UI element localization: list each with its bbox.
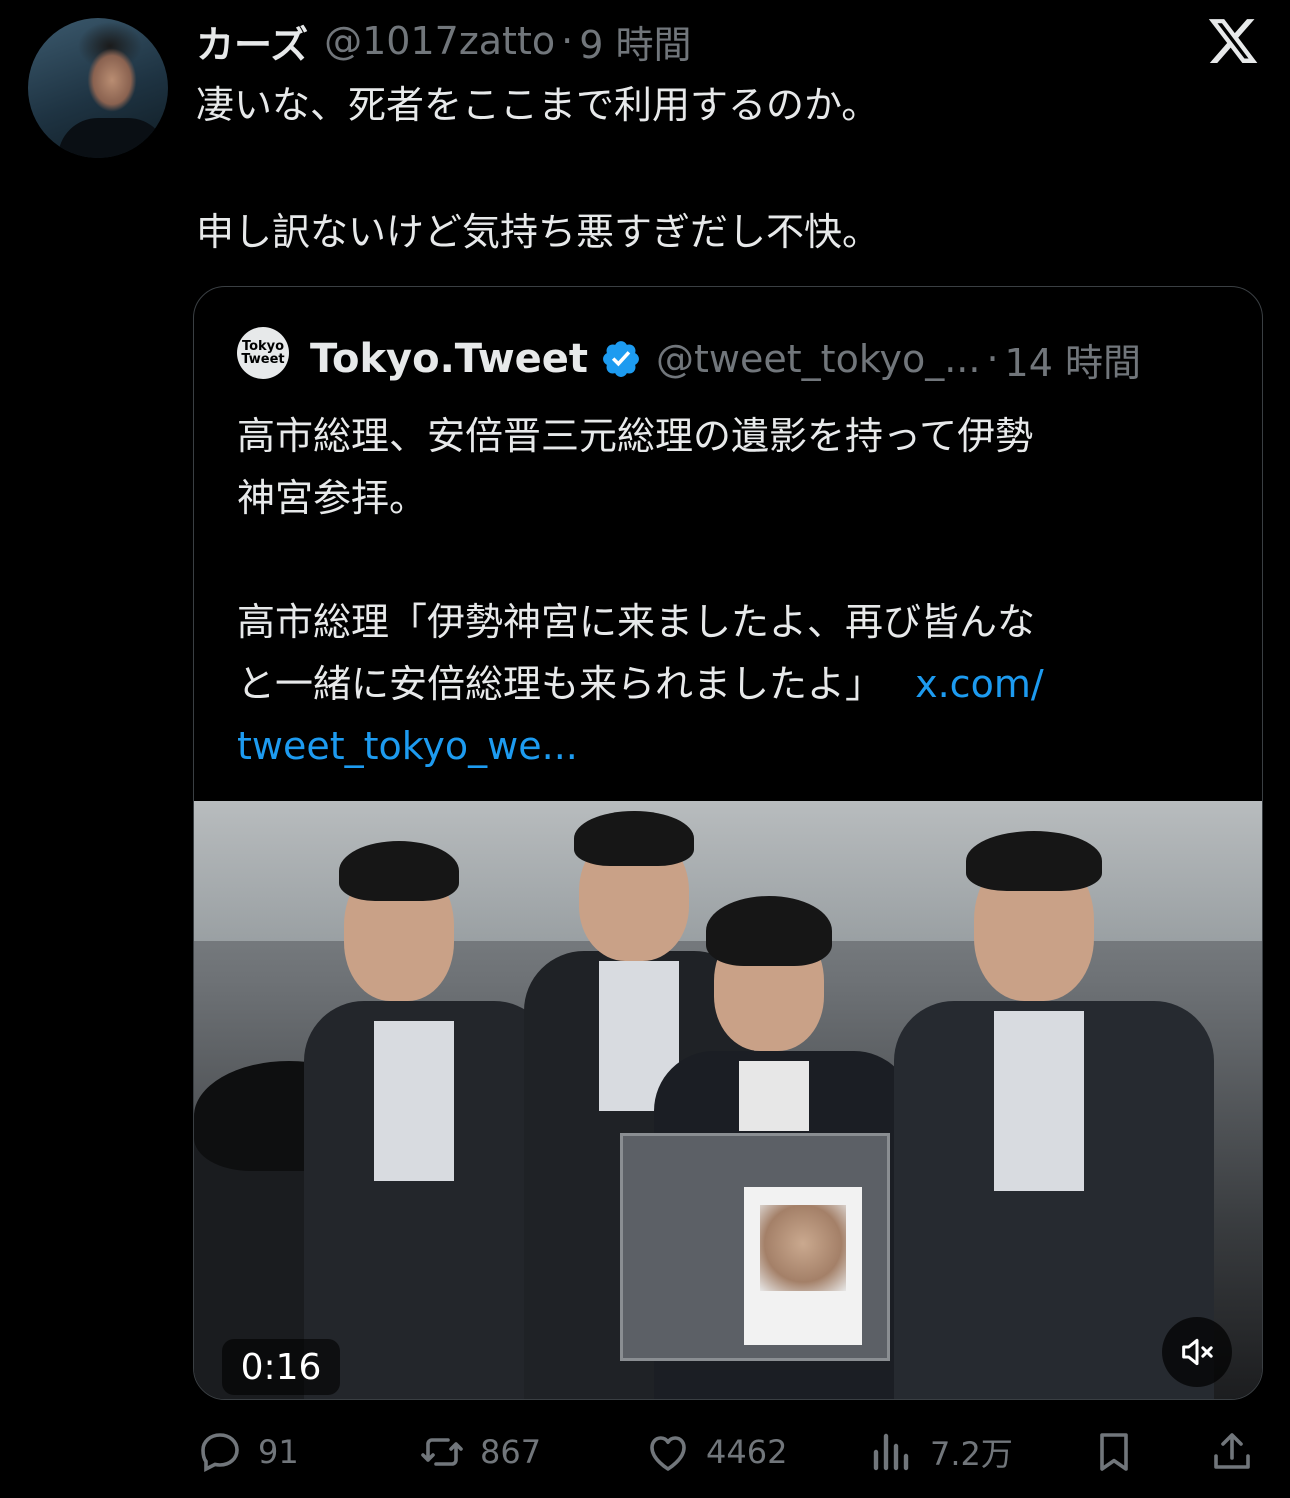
quote-text-line-3: 高市総理「伊勢神宮に来ましたよ、再び皆んな [237, 600, 1036, 644]
time-separator: · [561, 19, 574, 63]
x-logo-icon[interactable] [1206, 14, 1260, 68]
bookmark-button[interactable] [1090, 1420, 1138, 1484]
view-count: 7.2万 [930, 1435, 1013, 1473]
reply-icon [201, 1433, 239, 1472]
quote-author-avatar[interactable]: Tokyo Tweet [237, 327, 289, 379]
quote-link-part-2[interactable]: tweet_tokyo_we... [237, 715, 578, 777]
like-icon [650, 1436, 686, 1471]
quote-text-line-1: 高市総理、安倍晋三元総理の遺影を持って伊勢 [237, 414, 1034, 458]
tweet-text-line-2: 申し訳ないけど気持ち悪すぎだし不快。 [196, 210, 881, 254]
quote-time-separator: · [986, 337, 999, 381]
author-avatar[interactable] [28, 18, 168, 158]
share-icon [1214, 1433, 1250, 1469]
quote-text-line-2: 神宮参拝。 [237, 476, 428, 520]
quote-text-line-4-body: と一緒に安倍総理も来られましたよ」 [237, 662, 884, 706]
reply-count: 91 [258, 1433, 299, 1471]
verified-badge-icon [603, 341, 639, 377]
tweet-text-line-1: 凄いな、死者をここまで利用するのか。 [196, 83, 880, 127]
quote-tweet-card[interactable]: Tokyo Tweet Tokyo.Tweet @tweet_tokyo_...… [193, 286, 1263, 1400]
bookmark-icon [1100, 1433, 1128, 1471]
share-button[interactable] [1208, 1420, 1256, 1484]
views-icon [873, 1433, 909, 1471]
author-name[interactable]: カーズ [196, 14, 308, 69]
like-button[interactable]: 4462 [644, 1420, 787, 1484]
quote-avatar-text-bottom: Tweet [241, 352, 285, 367]
quote-post-time[interactable]: 14 時間 [1005, 332, 1141, 387]
tweet-action-bar: 91 867 4462 7.2万 [0, 1420, 1290, 1484]
reply-button[interactable]: 91 [196, 1420, 299, 1484]
video-player[interactable]: 0:16 [194, 801, 1262, 1399]
author-line: カーズ @1017zatto · 9 時間 [196, 14, 691, 68]
repost-button[interactable]: 867 [418, 1420, 541, 1484]
like-count: 4462 [706, 1433, 788, 1471]
quote-author-line: Tokyo.Tweet @tweet_tokyo_... · 14 時間 [310, 327, 1141, 391]
views-button[interactable]: 7.2万 [868, 1420, 1013, 1484]
quote-author-handle[interactable]: @tweet_tokyo_... [656, 337, 980, 381]
mute-button[interactable] [1162, 1317, 1232, 1387]
quote-text-line-4: と一緒に安倍総理も来られましたよ」 x.com/ [237, 653, 1044, 715]
quote-author-name[interactable]: Tokyo.Tweet [310, 336, 588, 382]
portrait-face [760, 1205, 846, 1291]
post-time[interactable]: 9 時間 [579, 14, 691, 69]
repost-count: 867 [480, 1433, 542, 1471]
mute-icon [1182, 1338, 1213, 1366]
quote-link-part-1[interactable]: x.com/ [915, 662, 1044, 706]
video-duration: 0:16 [222, 1339, 340, 1395]
author-handle[interactable]: @1017zatto [324, 19, 555, 63]
repost-icon [421, 1438, 463, 1466]
